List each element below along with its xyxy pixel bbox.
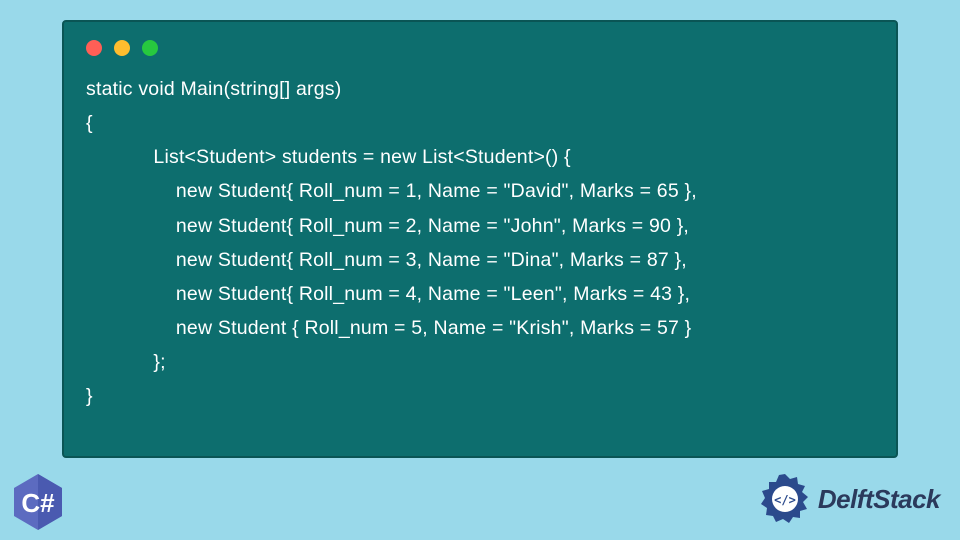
close-icon xyxy=(86,40,102,56)
maximize-icon xyxy=(142,40,158,56)
csharp-badge-icon: C# xyxy=(8,472,68,532)
svg-text:</>: </> xyxy=(774,493,796,507)
csharp-text: C# xyxy=(21,488,55,518)
brand-name: DelftStack xyxy=(818,484,940,515)
code-window: static void Main(string[] args) { List<S… xyxy=(62,20,898,458)
minimize-icon xyxy=(114,40,130,56)
window-controls xyxy=(64,22,896,66)
brand-gear-icon: </> xyxy=(758,472,812,526)
code-content: static void Main(string[] args) { List<S… xyxy=(64,66,896,419)
brand-logo: </> DelftStack xyxy=(758,472,940,526)
